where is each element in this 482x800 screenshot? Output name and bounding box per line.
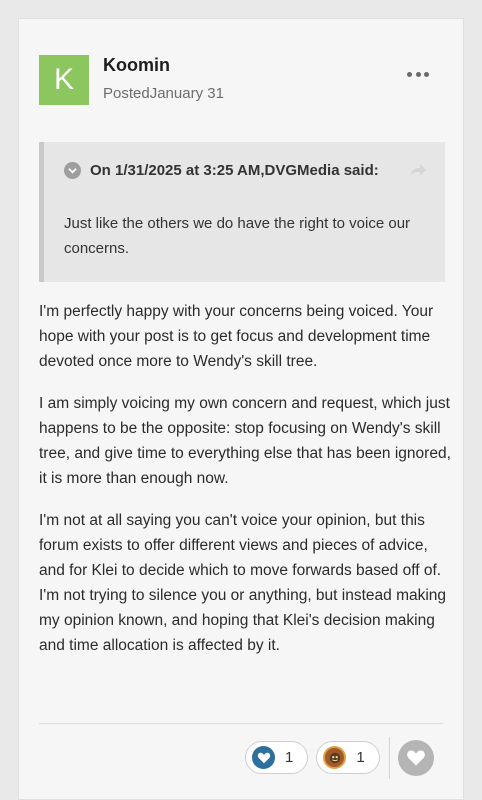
post-card: K Koomin PostedJanuary 31 On 1/31/2025 a…: [18, 18, 464, 800]
post-paragraph: I am simply voicing my own concern and r…: [39, 395, 451, 487]
more-options-icon[interactable]: [407, 69, 429, 79]
post-paragraph: I'm not at all saying you can't voice yo…: [39, 512, 447, 654]
reaction-count: 1: [285, 749, 294, 766]
post-header: K Koomin PostedJanuary 31: [39, 55, 443, 105]
reaction-list: 1 1: [245, 741, 388, 774]
like-button[interactable]: [398, 740, 434, 776]
more-dot: [424, 71, 429, 77]
post-date: PostedJanuary 31: [103, 85, 224, 102]
heart-reaction-icon: [252, 746, 275, 769]
heart-icon: [407, 750, 425, 766]
post-paragraph: I'm perfectly happy with your concerns b…: [39, 303, 434, 370]
quote-text: Just like the others we do have the righ…: [64, 215, 411, 257]
reaction-count: 1: [356, 749, 365, 766]
more-dot: [415, 71, 421, 77]
post-body: I'm perfectly happy with your concerns b…: [39, 299, 451, 675]
face-reaction-icon: [323, 746, 347, 769]
reaction-face[interactable]: 1: [316, 741, 380, 774]
quote-block: On 1/31/2025 at 3:25 AM,DVGMedia said: J…: [39, 142, 445, 282]
reaction-heart[interactable]: 1: [245, 741, 309, 774]
footer-divider: [39, 723, 443, 724]
quote-header: On 1/31/2025 at 3:25 AM,DVGMedia said:: [64, 160, 379, 180]
quote-citation[interactable]: On 1/31/2025 at 3:25 AM,DVGMedia said:: [90, 162, 379, 179]
author-name[interactable]: Koomin: [103, 55, 170, 76]
share-arrow-icon[interactable]: [409, 162, 427, 178]
more-dot: [407, 71, 412, 77]
chevron-down-icon[interactable]: [64, 161, 81, 179]
avatar[interactable]: K: [39, 55, 89, 105]
footer-separator: [389, 737, 390, 779]
